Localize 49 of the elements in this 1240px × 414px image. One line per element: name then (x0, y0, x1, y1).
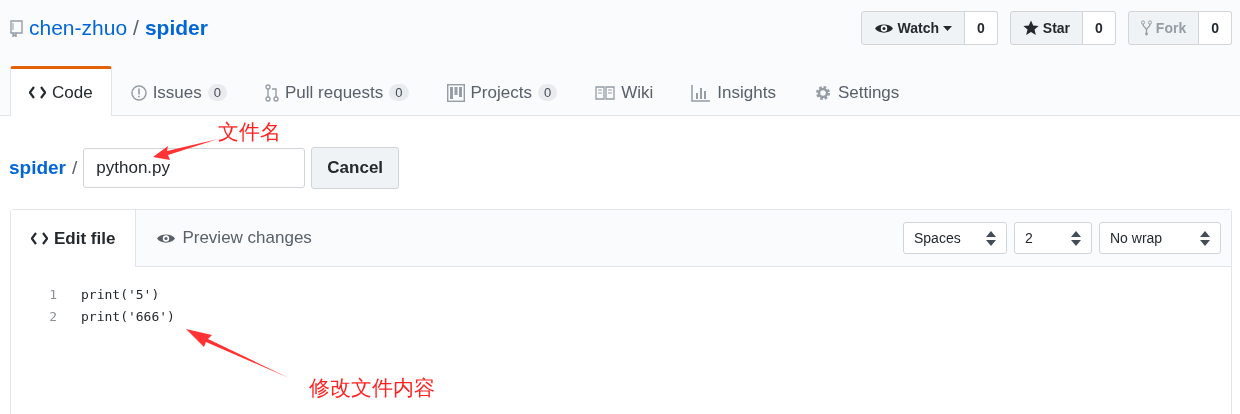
select-dropdown[interactable]: 2 (1014, 222, 1092, 254)
repo-tab[interactable]: Insights (672, 66, 795, 116)
path-separator: / (133, 16, 139, 40)
select-dropdown[interactable]: No wrap (1099, 222, 1221, 254)
annotation-text: 修改文件内容 (309, 375, 435, 402)
settings-icon (813, 83, 832, 102)
watch-count[interactable]: 0 (965, 11, 998, 45)
code-line: print('5') (81, 286, 160, 304)
editor-tab[interactable]: Preview changes (136, 210, 332, 266)
fork-icon (1140, 20, 1152, 36)
line-number: 1 (48, 286, 57, 304)
up-down-arrows-icon (986, 230, 996, 246)
pull-request-icon (265, 83, 279, 102)
repo-icon (10, 19, 23, 37)
repo-tab[interactable]: Projects 0 (427, 66, 577, 116)
repo-tab[interactable]: Code (10, 66, 112, 116)
bar-chart-icon (691, 83, 712, 102)
code-icon (31, 232, 48, 245)
count-badge: 0 (207, 84, 227, 101)
filename-field[interactable]: python.py (83, 148, 306, 188)
star-button[interactable]: Star (1009, 11, 1084, 45)
eye-icon (873, 21, 894, 35)
select-dropdown[interactable]: Spaces (903, 222, 1007, 254)
repo-link[interactable]: spider (144, 16, 208, 40)
up-down-arrows-icon (1071, 230, 1081, 246)
code-line: print('666') (81, 308, 175, 326)
up-down-arrows-icon (1200, 230, 1210, 246)
book-icon (595, 85, 616, 100)
repo-tab[interactable]: Pull requests 0 (246, 66, 428, 116)
project-board-icon (446, 83, 465, 102)
eye-icon (156, 231, 177, 245)
star-count[interactable]: 0 (1083, 11, 1116, 45)
count-badge: 0 (537, 84, 558, 101)
breadcrumb-link[interactable]: spider (9, 157, 67, 179)
owner-link[interactable]: chen-zhuo (29, 16, 128, 40)
code-icon (29, 86, 46, 99)
repo-tab[interactable]: Issues 0 (111, 66, 246, 116)
issue-icon (130, 84, 147, 101)
annotation-text: 文件名 (218, 119, 281, 146)
cancel-button[interactable]: Cancel (311, 147, 400, 189)
watch-button[interactable]: Watch (860, 11, 966, 45)
repo-tab[interactable]: Wiki (576, 66, 673, 116)
repo-tab[interactable]: Settings (794, 66, 919, 116)
caret-icon (943, 25, 953, 31)
star-icon (1022, 20, 1039, 36)
editor-tab[interactable]: Edit file (11, 210, 137, 267)
count-badge: 0 (389, 84, 409, 101)
line-number: 2 (48, 308, 57, 326)
path-separator: / (72, 157, 78, 179)
